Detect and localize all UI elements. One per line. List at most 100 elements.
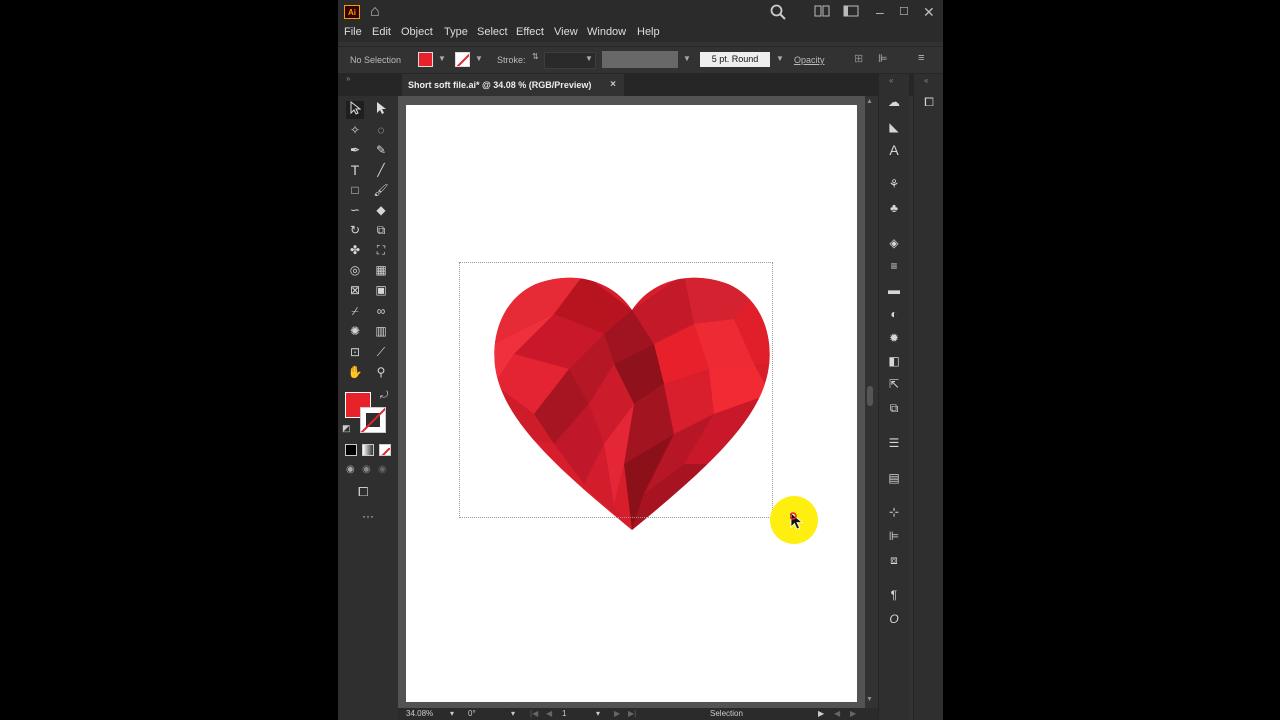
- first-artboard-icon[interactable]: |◀: [530, 709, 538, 718]
- minimize-icon[interactable]: –: [876, 4, 884, 20]
- scrollbar-thumb[interactable]: [867, 386, 873, 406]
- libraries-icon[interactable]: ☁: [886, 94, 902, 110]
- properties-icon[interactable]: ◣: [886, 119, 902, 135]
- rotate-tool-icon[interactable]: ↻: [346, 221, 364, 239]
- opentype-icon[interactable]: O: [886, 611, 902, 627]
- fill-dropdown-icon[interactable]: ▼: [438, 54, 446, 63]
- align-icon[interactable]: ⊞: [854, 52, 863, 65]
- menu-select[interactable]: Select: [477, 26, 508, 38]
- home-icon[interactable]: ⌂: [370, 4, 380, 20]
- free-transform-tool-icon[interactable]: ⛶: [372, 241, 390, 259]
- symbol-sprayer-tool-icon[interactable]: ✺: [346, 322, 364, 340]
- none-mode-icon[interactable]: [379, 444, 391, 456]
- gradient-tool-icon[interactable]: ▣: [372, 281, 390, 299]
- distribute-icon[interactable]: ⊫: [878, 52, 888, 65]
- appearance-icon[interactable]: ✹: [886, 330, 902, 346]
- panel-menu-icon[interactable]: ≡: [918, 52, 924, 64]
- slice-tool-icon[interactable]: ⟋: [372, 343, 390, 361]
- export-icon[interactable]: ⇱: [886, 376, 902, 392]
- previous-artboard-icon[interactable]: ◀: [546, 709, 552, 718]
- puppet-warp-tool-icon[interactable]: ✤: [346, 241, 364, 259]
- shape-builder-tool-icon[interactable]: ◎: [346, 261, 364, 279]
- paintbrush-tool-icon[interactable]: 🖌: [372, 181, 390, 199]
- menu-effect[interactable]: Effect: [516, 26, 544, 38]
- eyedropper-tool-icon[interactable]: ⌿: [346, 302, 364, 320]
- hand-tool-icon[interactable]: ✋: [346, 363, 364, 381]
- pen-tool-icon[interactable]: ✒: [346, 141, 364, 159]
- tab-close-icon[interactable]: ×: [610, 74, 616, 96]
- mesh-tool-icon[interactable]: ⊠: [346, 281, 364, 299]
- screen-mode-icon[interactable]: ⧠: [358, 484, 368, 500]
- curvature-tool-icon[interactable]: ✎: [372, 141, 390, 159]
- artboard-number[interactable]: 1: [562, 709, 566, 718]
- workspace-switcher-icon[interactable]: [843, 4, 859, 21]
- shaper-tool-icon[interactable]: ∽: [346, 201, 364, 219]
- symbols-icon[interactable]: ♣: [886, 200, 902, 216]
- vertical-scrollbar[interactable]: ▲ ▼: [865, 96, 875, 708]
- type-tool-icon[interactable]: T: [346, 161, 364, 179]
- scroll-up-icon[interactable]: ▲: [866, 98, 873, 105]
- pathfinder-icon[interactable]: ⧉: [886, 400, 902, 416]
- arrange-documents-icon[interactable]: [814, 4, 830, 21]
- menu-edit[interactable]: Edit: [372, 26, 391, 38]
- scale-tool-icon[interactable]: ⧉: [372, 221, 390, 239]
- rotation-dropdown-icon[interactable]: ▾: [511, 709, 515, 718]
- rectangle-tool-icon[interactable]: □: [346, 181, 364, 199]
- maximize-icon[interactable]: ☐: [899, 4, 909, 20]
- collapse-dock-icon[interactable]: «: [889, 76, 893, 85]
- control-settings-icon[interactable]: ☰: [886, 435, 902, 451]
- brush-definition[interactable]: 5 pt. Round: [700, 52, 770, 67]
- status-menu-icon[interactable]: ▶: [818, 709, 824, 718]
- draw-behind-icon[interactable]: ◉: [362, 464, 371, 475]
- default-fill-stroke-icon[interactable]: ◩: [342, 423, 351, 434]
- stroke-dropdown-icon[interactable]: ▼: [475, 54, 483, 63]
- rotation-value[interactable]: 0°: [468, 709, 476, 718]
- paragraph-icon[interactable]: ¶: [886, 587, 902, 603]
- edit-toolbar-icon[interactable]: ···: [362, 509, 374, 523]
- layers-icon[interactable]: ◈: [886, 235, 902, 251]
- menu-view[interactable]: View: [554, 26, 578, 38]
- perspective-grid-tool-icon[interactable]: ▦: [372, 261, 390, 279]
- menu-type[interactable]: Type: [444, 26, 468, 38]
- stroke-color-box[interactable]: [360, 407, 386, 433]
- menu-object[interactable]: Object: [401, 26, 433, 38]
- menu-window[interactable]: Window: [587, 26, 626, 38]
- artboard-dropdown-icon[interactable]: ▾: [596, 709, 600, 718]
- gradient-mode-icon[interactable]: [362, 444, 374, 456]
- stroke-panel-icon[interactable]: ≡: [886, 258, 902, 274]
- hscroll-right-icon[interactable]: ▶: [850, 709, 856, 718]
- stroke-swatch[interactable]: [455, 52, 470, 67]
- blend-tool-icon[interactable]: ∞: [372, 302, 390, 320]
- swatches-icon[interactable]: ▤: [886, 470, 902, 486]
- line-segment-tool-icon[interactable]: ╱: [372, 161, 390, 179]
- properties-panel-icon[interactable]: ⧠: [921, 94, 937, 110]
- menu-file[interactable]: File: [344, 26, 362, 38]
- zoom-dropdown-icon[interactable]: ▾: [450, 709, 454, 718]
- swap-fill-stroke-icon[interactable]: ⤾: [380, 390, 388, 401]
- profile-dropdown-icon[interactable]: ▼: [683, 54, 691, 63]
- align-panel-icon[interactable]: ⊫: [886, 528, 902, 544]
- search-icon[interactable]: [770, 4, 786, 23]
- character-icon[interactable]: A: [886, 142, 902, 158]
- opacity-link[interactable]: Opacity: [794, 55, 825, 65]
- next-artboard-icon[interactable]: ▶: [614, 709, 620, 718]
- column-graph-tool-icon[interactable]: ▥: [372, 322, 390, 340]
- transparency-icon[interactable]: ◐: [886, 306, 902, 322]
- transform-icon[interactable]: ⊹: [886, 504, 902, 520]
- selection-tool-icon[interactable]: [346, 100, 364, 119]
- document-tab[interactable]: Short soft file.ai* @ 34.08 % (RGB/Previ…: [402, 74, 624, 96]
- hscroll-left-icon[interactable]: ◀: [834, 709, 840, 718]
- close-icon[interactable]: ✕: [923, 4, 935, 20]
- variable-width-profile[interactable]: [602, 51, 678, 68]
- pathfinder-panel-icon[interactable]: ⧈: [886, 552, 902, 568]
- zoom-level[interactable]: 34.08%: [406, 709, 433, 718]
- brushes-icon[interactable]: ⚘: [886, 176, 902, 192]
- artboard-tool-icon[interactable]: ⊡: [346, 343, 364, 361]
- gradient-panel-icon[interactable]: ▬: [886, 282, 902, 298]
- draw-inside-icon[interactable]: ◉: [378, 464, 387, 475]
- magic-wand-tool-icon[interactable]: ✧: [346, 121, 364, 139]
- stroke-weight-dropdown-icon[interactable]: ▼: [585, 54, 593, 63]
- stroke-stepper-icon[interactable]: ⇅: [532, 52, 539, 61]
- last-artboard-icon[interactable]: ▶|: [628, 709, 636, 718]
- collapse-panel-icon[interactable]: »: [346, 74, 350, 83]
